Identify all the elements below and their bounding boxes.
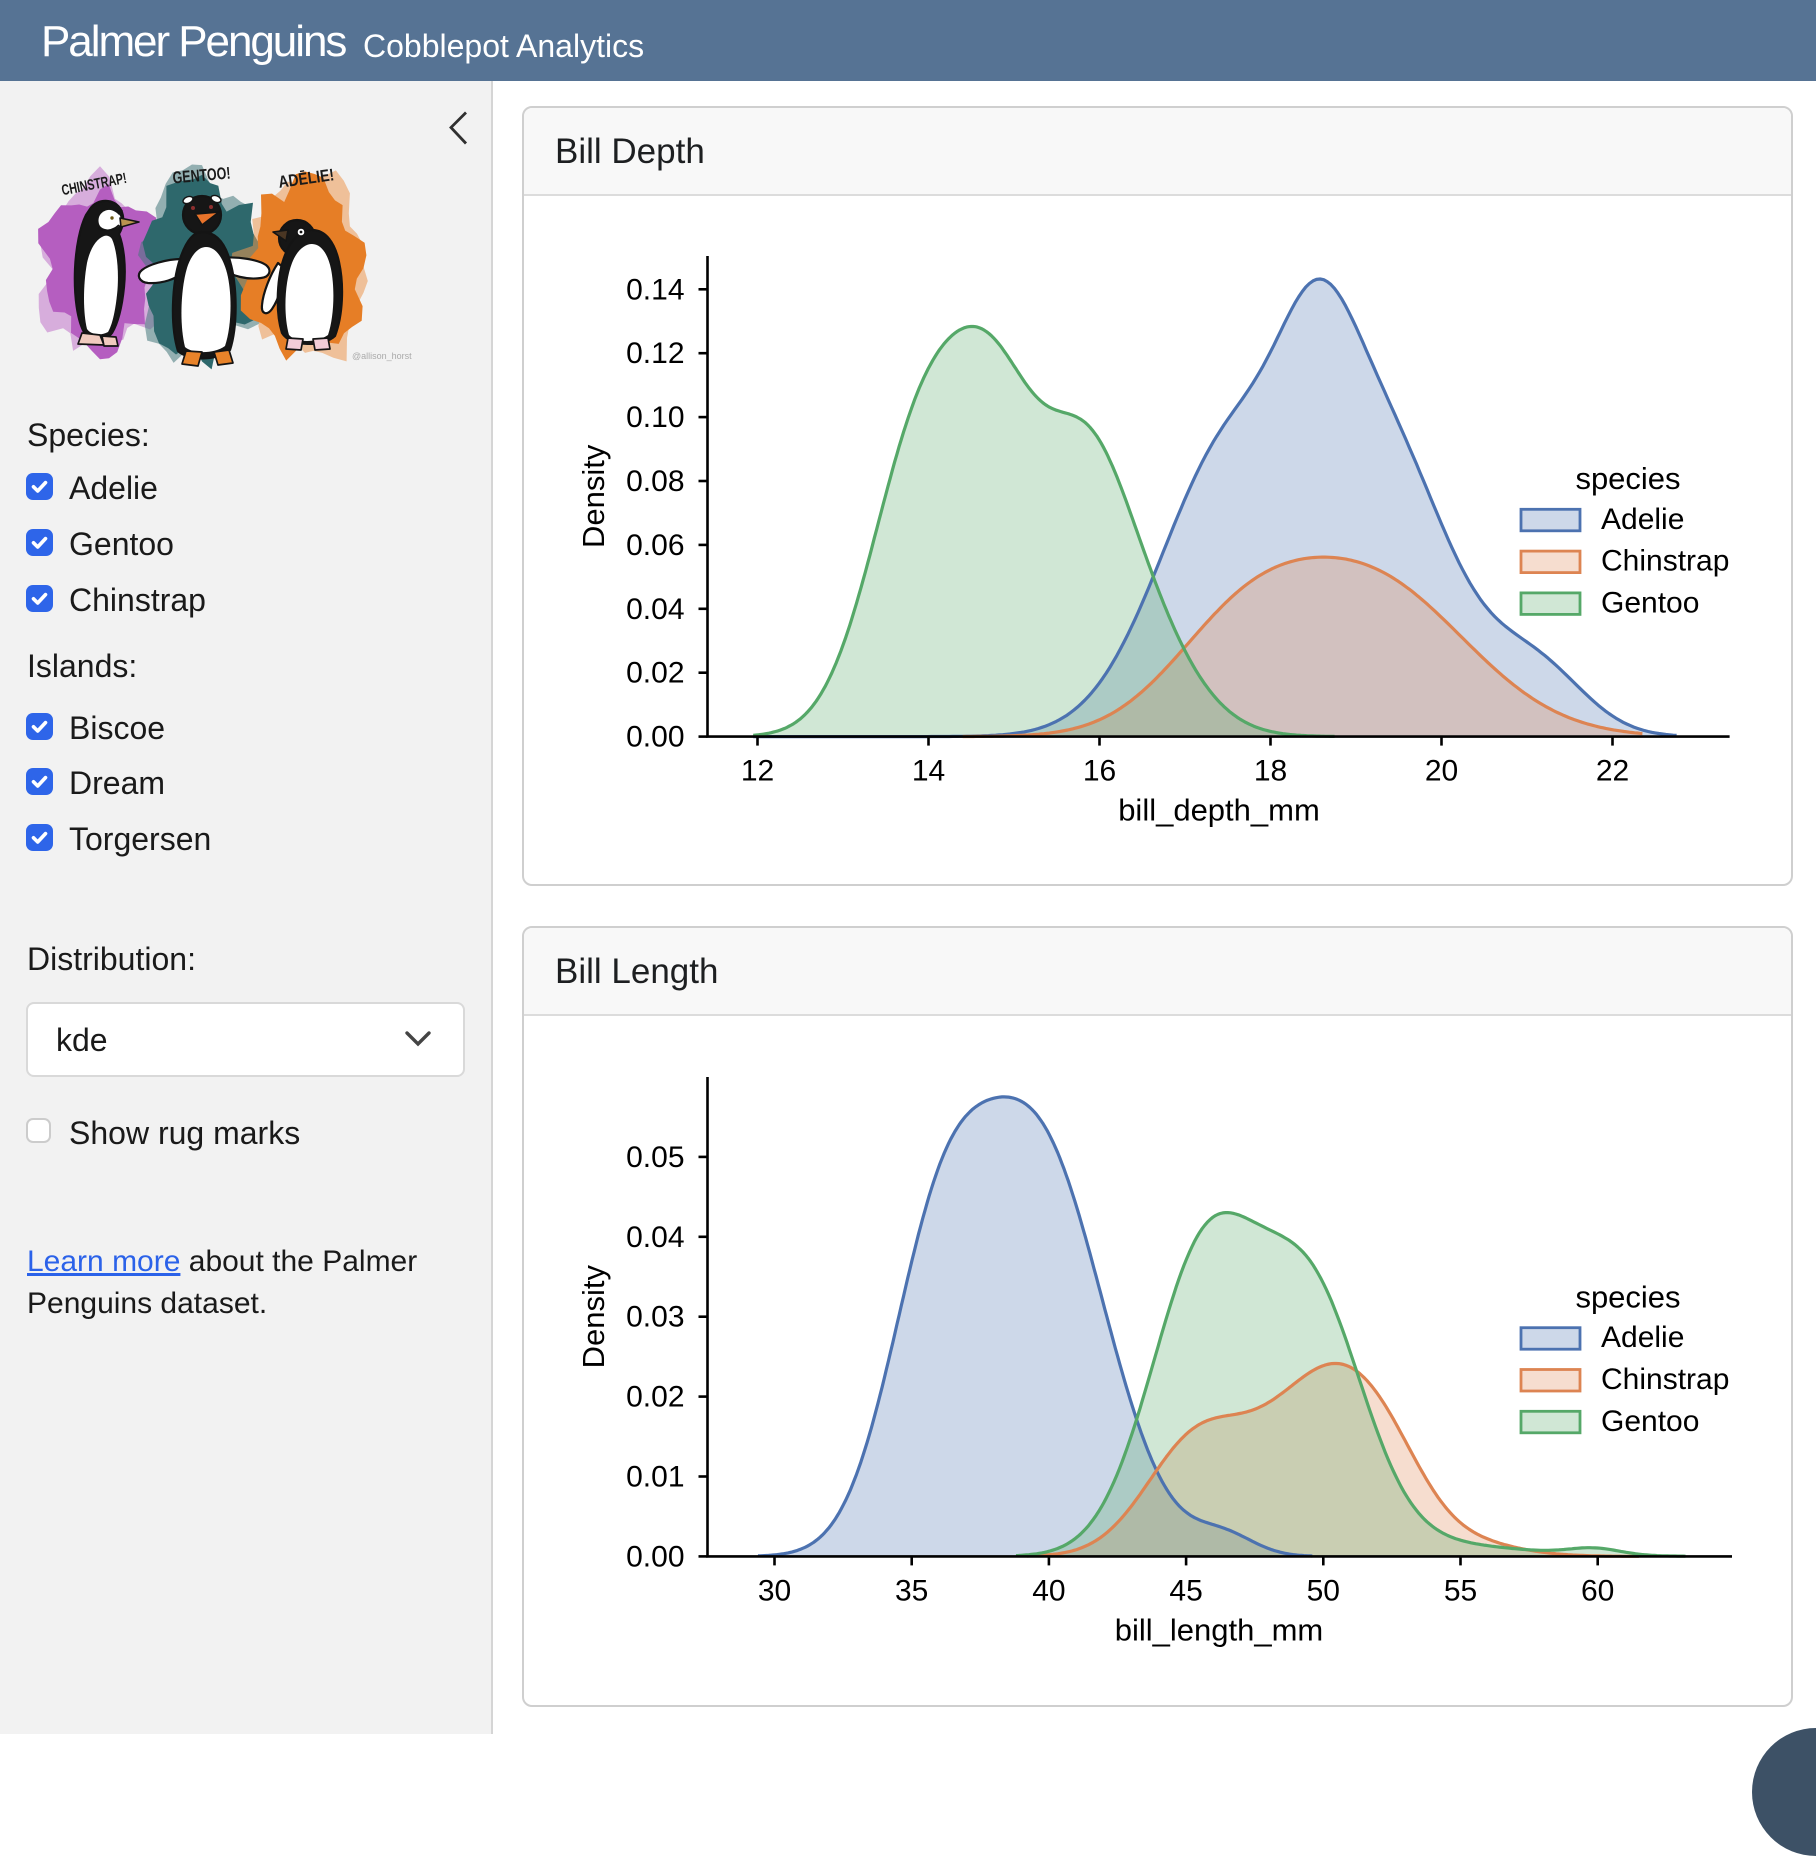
- svg-text:Adelie: Adelie: [1601, 1321, 1684, 1354]
- svg-text:16: 16: [1083, 755, 1116, 788]
- svg-text:@allison_horst: @allison_horst: [352, 351, 412, 361]
- svg-text:30: 30: [758, 1574, 791, 1607]
- svg-text:Chinstrap: Chinstrap: [1601, 1363, 1729, 1396]
- svg-text:60: 60: [1581, 1574, 1614, 1607]
- svg-text:bill_depth_mm: bill_depth_mm: [1118, 793, 1320, 828]
- svg-text:20: 20: [1425, 755, 1458, 788]
- svg-text:GENTOO!: GENTOO!: [172, 164, 231, 188]
- svg-text:0.08: 0.08: [626, 465, 684, 498]
- svg-text:0.01: 0.01: [626, 1461, 684, 1494]
- svg-text:bill_length_mm: bill_length_mm: [1115, 1612, 1324, 1647]
- svg-text:50: 50: [1307, 1574, 1340, 1607]
- svg-text:12: 12: [741, 755, 774, 788]
- svg-text:Gentoo: Gentoo: [1601, 586, 1699, 619]
- svg-text:species: species: [1575, 1279, 1680, 1314]
- svg-text:Density: Density: [576, 444, 611, 548]
- svg-text:0.10: 0.10: [626, 401, 684, 434]
- svg-text:species: species: [1575, 461, 1680, 496]
- svg-text:0.14: 0.14: [626, 273, 684, 306]
- svg-text:0.12: 0.12: [626, 337, 684, 370]
- svg-text:Chinstrap: Chinstrap: [1601, 545, 1729, 578]
- svg-text:0.06: 0.06: [626, 529, 684, 562]
- svg-text:45: 45: [1169, 1574, 1202, 1607]
- svg-text:18: 18: [1254, 755, 1287, 788]
- svg-text:35: 35: [895, 1574, 928, 1607]
- svg-text:0.04: 0.04: [626, 593, 684, 626]
- svg-text:0.05: 0.05: [626, 1141, 684, 1174]
- svg-text:Adelie: Adelie: [1601, 503, 1684, 536]
- svg-text:40: 40: [1032, 1574, 1065, 1607]
- svg-text:0.03: 0.03: [626, 1301, 684, 1334]
- svg-text:0.00: 0.00: [626, 721, 684, 754]
- svg-text:Gentoo: Gentoo: [1601, 1405, 1699, 1438]
- svg-text:0.04: 0.04: [626, 1221, 684, 1254]
- svg-text:22: 22: [1596, 755, 1629, 788]
- svg-text:0.02: 0.02: [626, 1381, 684, 1414]
- svg-text:14: 14: [912, 755, 945, 788]
- svg-text:0.00: 0.00: [626, 1540, 684, 1573]
- svg-text:0.02: 0.02: [626, 657, 684, 690]
- svg-text:Density: Density: [576, 1265, 611, 1369]
- svg-text:55: 55: [1444, 1574, 1477, 1607]
